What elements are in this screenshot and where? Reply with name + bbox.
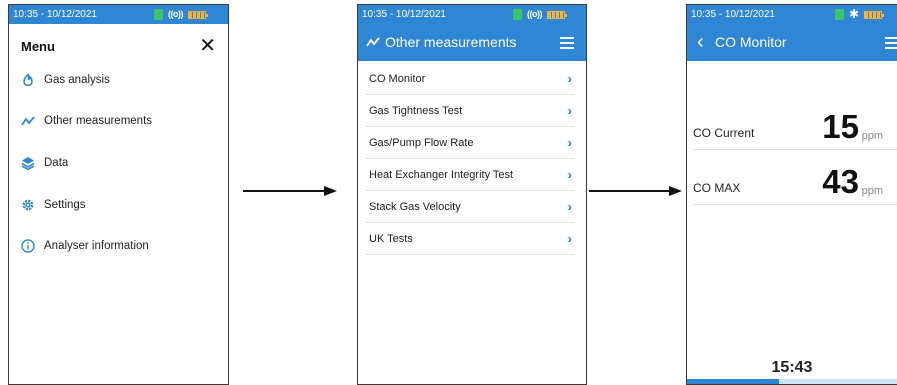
battery-icon [188, 10, 208, 19]
progress-bar [687, 379, 897, 384]
layers-icon [21, 156, 35, 170]
wireless-icon: ((o)) [527, 9, 543, 19]
menu-header: Menu ✕ [21, 35, 216, 59]
progress-bar-fill [687, 379, 780, 384]
trend-icon [366, 35, 380, 54]
list-item-label: Gas Tightness Test [369, 104, 463, 117]
list-item-label: CO Monitor [369, 72, 426, 85]
status-time: 10:35 - 10/12/2021 [362, 9, 446, 20]
menu-item-label: Settings [44, 199, 86, 211]
co-current-value: 15 [822, 108, 859, 145]
status-icons: ((o)) [154, 5, 208, 24]
status-icons: ((o)) [513, 5, 567, 24]
chevron-right-icon: › [567, 71, 572, 86]
status-bar: 10:35 - 10/12/2021 ✱ [687, 5, 897, 24]
list-item-gas-pump-flow-rate[interactable]: Gas/Pump Flow Rate › [365, 127, 574, 159]
list-item-label: UK Tests [369, 232, 413, 245]
list-item-heat-exchanger-integrity-test[interactable]: Heat Exchanger Integrity Test › [365, 159, 574, 191]
gear-icon [21, 198, 35, 212]
co-max-label: CO MAX [693, 181, 741, 195]
sd-card-icon [154, 9, 163, 20]
measurements-list: CO Monitor › Gas Tightness Test › Gas/Pump… [365, 63, 574, 255]
trend-icon [21, 114, 35, 128]
battery-icon [547, 10, 567, 19]
list-item-label: Gas/Pump Flow Rate [369, 136, 474, 149]
list-item-label: Heat Exchanger Integrity Test [369, 168, 514, 181]
back-chevron-icon[interactable]: ‹ [697, 24, 704, 61]
other-measurements-screen: 10:35 - 10/12/2021 ((o)) Other measureme… [357, 4, 587, 385]
bluetooth-icon: ✱ [849, 7, 860, 21]
chevron-right-icon: › [567, 167, 572, 182]
menu-item-data[interactable]: Data [21, 151, 216, 175]
close-icon[interactable]: ✕ [199, 35, 216, 57]
title-bar: Other measurements [358, 24, 586, 61]
list-item-gas-tightness-test[interactable]: Gas Tightness Test › [365, 95, 574, 127]
list-item-stack-gas-velocity[interactable]: Stack Gas Velocity › [365, 191, 574, 223]
menu-item-label: Data [44, 157, 69, 169]
chevron-right-icon: › [567, 103, 572, 118]
menu-item-label: Gas analysis [44, 74, 110, 86]
chevron-right-icon: › [567, 231, 572, 246]
status-time: 10:35 - 10/12/2021 [13, 9, 97, 20]
menu-item-analyser-information[interactable]: Analyser information [21, 234, 216, 258]
co-max-unit: ppm [861, 185, 883, 197]
page-title: Other measurements [385, 34, 517, 50]
flow-arrow [243, 186, 337, 196]
menu-screen: 10:35 - 10/12/2021 ((o)) Menu ✕ Gas anal… [8, 4, 229, 385]
flow-arrow [589, 186, 682, 196]
flame-icon [21, 73, 35, 87]
hamburger-menu-icon[interactable] [885, 37, 897, 49]
list-item-uk-tests[interactable]: UK Tests › [365, 223, 574, 255]
chevron-right-icon: › [567, 199, 572, 214]
menu-item-gas-analysis[interactable]: Gas analysis [21, 68, 216, 92]
co-max-row: CO MAX 43 ppm [693, 160, 897, 205]
chevron-right-icon: › [567, 135, 572, 150]
co-current-label: CO Current [693, 126, 755, 140]
menu-item-settings[interactable]: Settings [21, 193, 216, 217]
info-icon [21, 239, 35, 253]
list-item-label: Stack Gas Velocity [369, 200, 461, 213]
elapsed-timer: 15:43 [771, 359, 813, 376]
menu-item-label: Analyser information [44, 240, 149, 252]
menu-title: Menu [21, 39, 55, 54]
menu-item-other-measurements[interactable]: Other measurements [21, 109, 216, 133]
list-item-co-monitor[interactable]: CO Monitor › [365, 63, 574, 95]
status-icons: ✱ [835, 5, 885, 24]
co-current-unit: ppm [861, 130, 883, 142]
sd-card-icon [513, 9, 522, 20]
title-bar: ‹ CO Monitor [687, 24, 897, 61]
co-current-row: CO Current 15 ppm [693, 105, 897, 150]
status-time: 10:35 - 10/12/2021 [691, 9, 775, 20]
menu-item-label: Other measurements [44, 115, 153, 127]
hamburger-menu-icon[interactable] [560, 37, 574, 49]
status-bar: 10:35 - 10/12/2021 ((o)) [9, 5, 228, 24]
wireless-icon: ((o)) [168, 9, 184, 19]
page-title: CO Monitor [715, 34, 787, 50]
status-bar: 10:35 - 10/12/2021 ((o)) [358, 5, 586, 24]
battery-icon [864, 10, 885, 19]
co-monitor-screen: 10:35 - 10/12/2021 ✱ ‹ CO Monitor CO Cur… [686, 4, 897, 385]
co-max-value: 43 [822, 163, 859, 200]
sd-card-icon [835, 9, 844, 20]
